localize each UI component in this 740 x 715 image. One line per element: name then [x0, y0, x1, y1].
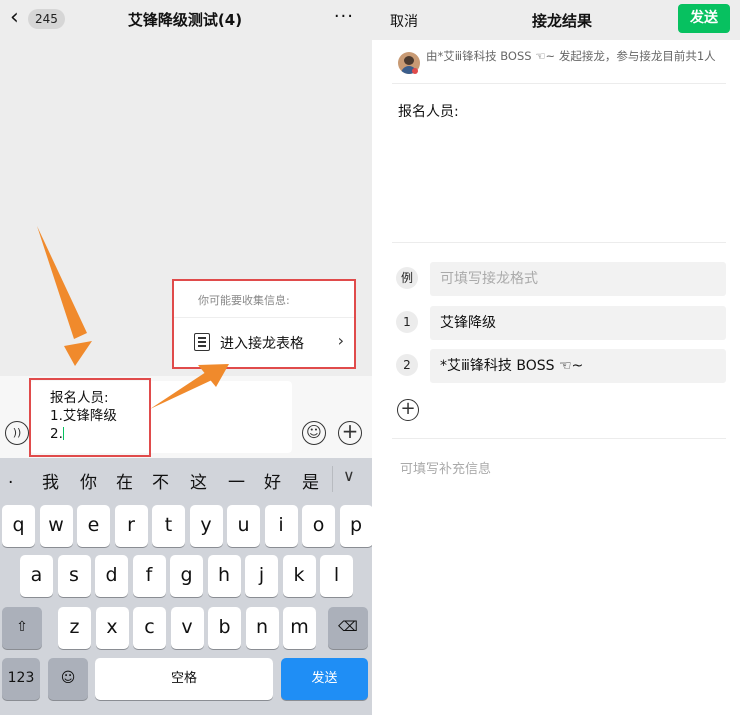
entry-number: 2: [396, 354, 418, 376]
key-o[interactable]: o: [302, 505, 335, 547]
keyboard: . 我你在不这一好是 ∨ q w e r t y u i o p a s d f g h j k l ⇧ z x c v b n m ⌫…: [0, 458, 372, 715]
key-l[interactable]: l: [320, 555, 353, 597]
key-p[interactable]: p: [339, 505, 372, 547]
entry-field[interactable]: 艾锋降级: [430, 306, 726, 340]
key-t[interactable]: t: [152, 505, 185, 547]
candidate-item[interactable]: 一: [228, 468, 245, 493]
key-g[interactable]: g: [170, 555, 203, 597]
unread-badge[interactable]: 245: [28, 9, 65, 29]
key-s[interactable]: s: [57, 555, 91, 597]
delete-key[interactable]: ⌫: [328, 607, 368, 649]
key-x[interactable]: x: [95, 607, 129, 649]
entry-number: 1: [396, 311, 418, 333]
send-button[interactable]: 发送: [678, 4, 730, 33]
key-u[interactable]: u: [227, 505, 260, 547]
key-z[interactable]: z: [58, 607, 91, 649]
started-by-text: 由*艾ⅲ锋科技 BOSS ☜~ 发起接龙，参与接龙目前共1人: [426, 49, 716, 63]
add-entry-icon[interactable]: +: [397, 399, 419, 421]
example-badge: 例: [396, 267, 418, 289]
candidate-item[interactable]: 不: [152, 468, 169, 493]
cancel-button[interactable]: 取消: [390, 11, 418, 31]
popup-hint: 你可能要收集信息:: [198, 294, 290, 307]
candidate-item[interactable]: .: [8, 468, 13, 488]
open-solitaire-form-label: 进入接龙表格: [220, 336, 304, 352]
key-a[interactable]: a: [20, 555, 53, 597]
plus-icon[interactable]: +: [338, 421, 362, 445]
voice-icon[interactable]: )): [5, 421, 29, 445]
arrow-down-annotation-head: [64, 341, 92, 366]
back-icon[interactable]: ‹: [10, 7, 19, 29]
candidate-item[interactable]: 这: [190, 468, 207, 493]
candidate-divider: [332, 466, 333, 492]
chevron-down-icon[interactable]: ∨: [343, 466, 355, 485]
arrow-down-annotation: [37, 226, 87, 339]
candidate-item[interactable]: 你: [80, 468, 97, 493]
chat-header: ‹ 245 艾锋降级测试(4) ···: [0, 0, 372, 40]
solitaire-header: 取消 接龙结果 发送: [372, 0, 740, 40]
key-b[interactable]: b: [208, 607, 241, 649]
key-n[interactable]: n: [245, 607, 279, 649]
example-format-input[interactable]: 可填写接龙格式: [430, 262, 726, 296]
candidate-item[interactable]: 在: [116, 468, 133, 493]
key-e[interactable]: e: [77, 505, 110, 547]
more-icon[interactable]: ···: [334, 6, 354, 27]
key-r[interactable]: r: [114, 505, 148, 547]
keyboard-send-key[interactable]: 发送: [281, 658, 368, 700]
key-i[interactable]: i: [264, 505, 298, 547]
key-f[interactable]: f: [132, 555, 166, 597]
numbers-key[interactable]: 123: [2, 658, 40, 700]
key-j[interactable]: j: [245, 555, 278, 597]
solitaire-pane: 取消 接龙结果 发送 由*艾ⅲ锋科技 BOSS ☜~ 发起接龙，参与接龙目前共1…: [372, 0, 740, 715]
key-d[interactable]: d: [95, 555, 128, 597]
popup-divider: [174, 317, 354, 318]
supplement-input[interactable]: 可填写补充信息: [400, 458, 491, 477]
key-v[interactable]: v: [170, 607, 204, 649]
divider: [392, 438, 726, 439]
solitaire-title: 接龙结果: [531, 12, 592, 30]
candidate-item[interactable]: 好: [264, 468, 281, 493]
key-w[interactable]: w: [39, 505, 73, 547]
avatar-status-dot: [412, 68, 418, 74]
emoji-key[interactable]: ☺: [48, 658, 88, 700]
emoji-icon[interactable]: ☺: [302, 421, 326, 445]
chat-pane: ‹ 245 艾锋降级测试(4) ··· 你可能要收集信息: 进入接龙表格 › )…: [0, 0, 372, 715]
entry-field[interactable]: *艾ⅲ锋科技 BOSS ☜~: [430, 349, 726, 383]
candidate-item[interactable]: 是: [302, 468, 319, 493]
message-highlight-box: [29, 378, 151, 457]
chat-title: 艾锋降级测试(4): [127, 11, 243, 29]
key-y[interactable]: y: [189, 505, 223, 547]
candidate-item[interactable]: 我: [42, 468, 59, 493]
open-solitaire-form-button[interactable]: 进入接龙表格 ›: [194, 331, 352, 355]
shift-key[interactable]: ⇧: [2, 607, 42, 649]
form-icon: [194, 333, 210, 351]
solitaire-body-heading: 报名人员:: [398, 104, 459, 120]
space-key[interactable]: 空格: [95, 658, 273, 700]
chevron-right-icon: ›: [337, 331, 344, 350]
key-m[interactable]: m: [283, 607, 316, 649]
divider: [392, 242, 726, 243]
key-k[interactable]: k: [282, 555, 316, 597]
key-c[interactable]: c: [133, 607, 166, 649]
divider: [392, 83, 726, 84]
key-q[interactable]: q: [2, 505, 35, 547]
key-h[interactable]: h: [207, 555, 241, 597]
suggestion-popup: 你可能要收集信息: 进入接龙表格 ›: [172, 279, 356, 369]
